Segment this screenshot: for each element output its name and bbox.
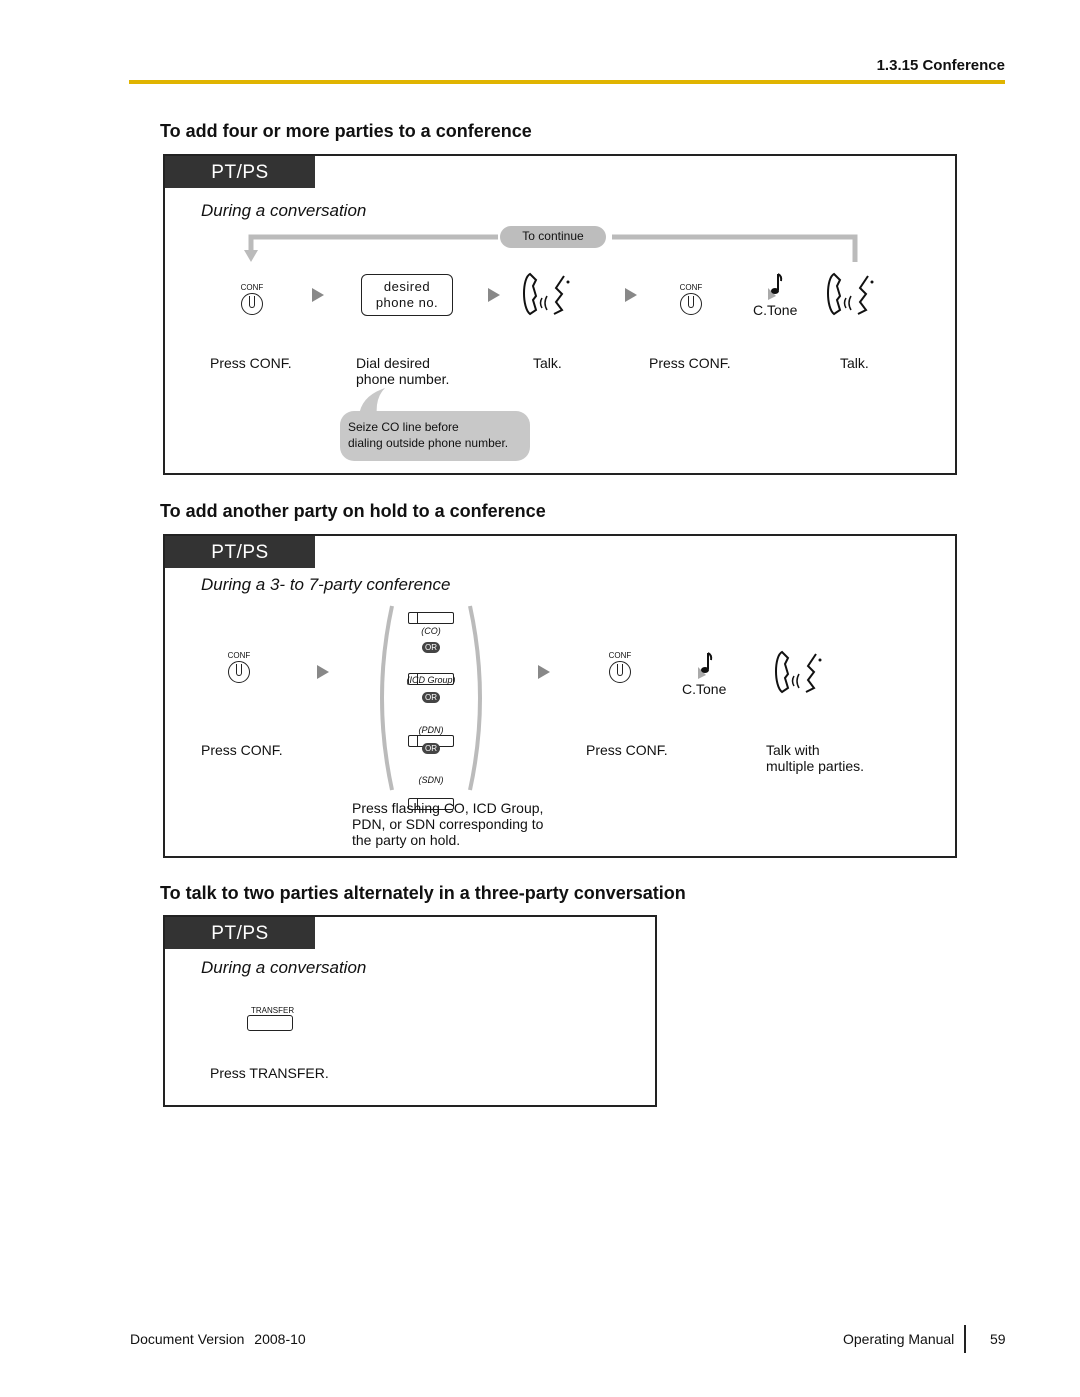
condition-text: During a 3- to 7-party conference <box>201 575 451 594</box>
conf-knob-icon <box>680 293 702 315</box>
footer-doc-version: Document Version 2008-10 <box>130 1331 306 1347</box>
talk-handset-icon <box>523 272 570 316</box>
note-line: Seize CO line before <box>348 420 459 434</box>
caption-press-flashing: PDN, or SDN corresponding to <box>352 816 544 832</box>
co-key-label: (CO) <box>421 626 441 636</box>
or-badge: OR <box>422 743 440 754</box>
or-badge: OR <box>422 692 440 703</box>
confirmation-tone-icon <box>768 273 783 300</box>
caption-press-flashing: the party on hold. <box>352 832 461 848</box>
talk-handset-icon <box>827 272 874 316</box>
phone-box-line2: phone no. <box>375 295 439 310</box>
caption-press-flashing: Press flashing CO, ICD Group, <box>352 800 544 816</box>
talk-handset-icon <box>775 650 822 694</box>
caption-press-transfer: Press TRANSFER. <box>210 1065 329 1081</box>
conf-label: CONF <box>227 651 251 660</box>
arrow-right-icon <box>625 288 637 302</box>
caption-press-conf: Press CONF. <box>649 355 731 371</box>
continue-loop-line <box>244 234 858 262</box>
sdn-key-label: (SDN) <box>418 775 444 785</box>
caption-talk: Talk. <box>840 355 869 371</box>
doc-version-label: Document Version <box>130 1331 245 1347</box>
condition-text: During a conversation <box>201 958 367 977</box>
section-title-add-on-hold: To add another party on hold to a confer… <box>160 501 546 521</box>
conf-button[interactable]: CONF <box>237 283 267 320</box>
icd-group-key-label: (ICD Group) <box>406 675 456 685</box>
footer-separator <box>964 1325 966 1353</box>
pt-ps-tag: PT/PS <box>165 536 315 568</box>
caption-press-conf: Press CONF. <box>586 742 668 758</box>
conf-button[interactable]: CONF <box>605 651 635 688</box>
note-bubble: Seize CO line before dialing outside pho… <box>340 411 530 461</box>
transfer-button[interactable] <box>247 1015 293 1031</box>
conf-button[interactable]: CONF <box>224 651 254 688</box>
conf-label: CONF <box>679 283 703 292</box>
caption-dial-desired: Dial desired <box>356 355 430 371</box>
caption-phone-number: phone number. <box>356 371 450 387</box>
co-line-key[interactable] <box>408 612 454 624</box>
conf-knob-icon <box>609 661 631 683</box>
confirmation-tone-icon <box>698 652 713 679</box>
c-tone-label: C.Tone <box>682 681 727 697</box>
caption-talk-with: Talk with <box>766 742 820 758</box>
arrow-right-icon <box>317 665 329 679</box>
pt-ps-tag: PT/PS <box>165 917 315 949</box>
conf-label: CONF <box>240 283 264 292</box>
arrow-right-icon <box>488 288 500 302</box>
caption-multiple-parties: multiple parties. <box>766 758 865 774</box>
c-tone-label: C.Tone <box>753 302 798 318</box>
note-line: dialing outside phone number. <box>348 436 509 450</box>
phone-box-line1: desired <box>383 279 431 294</box>
conf-button[interactable]: CONF <box>676 283 706 320</box>
arrow-right-icon <box>538 665 550 679</box>
arrow-right-icon <box>312 288 324 302</box>
footer-manual: Operating Manual <box>843 1331 955 1347</box>
page-number: 59 <box>990 1331 1006 1347</box>
conf-knob-icon <box>241 293 263 315</box>
caption-press-conf: Press CONF. <box>201 742 283 758</box>
section-title-alternate: To talk to two parties alternately in a … <box>160 883 686 903</box>
or-badge: OR <box>422 642 440 653</box>
to-continue-pill: To continue <box>500 226 606 248</box>
conf-label: CONF <box>608 651 632 660</box>
pdn-key-label: (PDN) <box>418 725 444 735</box>
transfer-label: TRANSFER <box>251 1006 295 1015</box>
conf-knob-icon <box>228 661 250 683</box>
desired-phone-no-box: desired phone no. <box>361 274 453 316</box>
caption-talk: Talk. <box>533 355 562 371</box>
caption-press-conf: Press CONF. <box>210 355 292 371</box>
doc-version-value: 2008-10 <box>254 1331 306 1347</box>
